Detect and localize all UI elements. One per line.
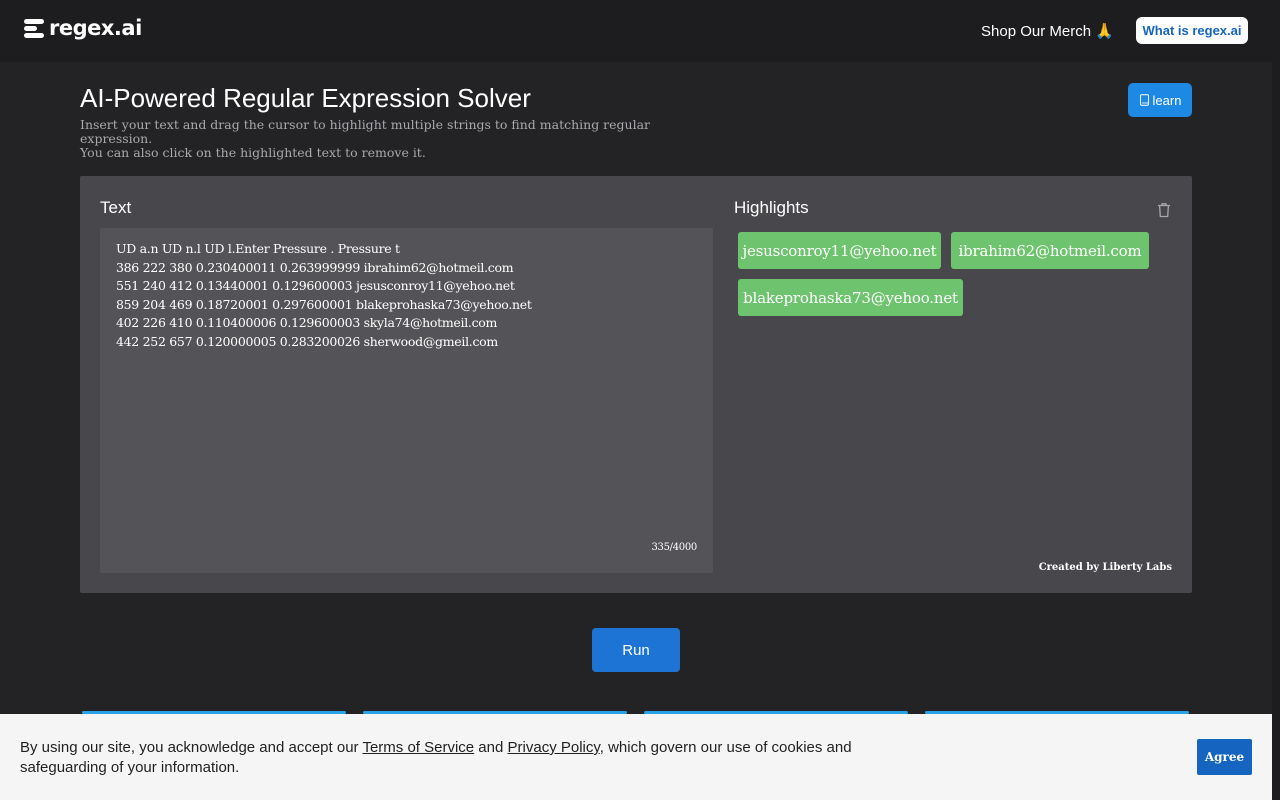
agree-button[interactable]: Agree bbox=[1197, 739, 1252, 775]
solver-panel: Text Highlights UD a.n UD n.l UD l.Enter… bbox=[80, 176, 1192, 593]
text-line[interactable]: 402 226 410 0.110400006 0.129600003 skyl… bbox=[116, 314, 697, 333]
highlight-chip[interactable]: ibrahim62@hotmeil.com bbox=[951, 232, 1149, 269]
book-icon bbox=[1139, 94, 1149, 106]
cookie-banner: By using our site, you acknowledge and a… bbox=[0, 714, 1272, 800]
subtitle-line-1: Insert your text and drag the cursor to … bbox=[80, 117, 651, 146]
text-line[interactable]: 551 240 412 0.13440001 0.129600003 jesus… bbox=[116, 277, 697, 296]
logo[interactable]: regex.ai bbox=[24, 17, 142, 39]
top-nav-bar: regex.ai Shop Our Merch 🙏 What is regex.… bbox=[0, 0, 1280, 62]
learn-button-label: learn bbox=[1152, 92, 1182, 108]
terms-of-service-link[interactable]: Terms of Service bbox=[362, 739, 474, 756]
trash-icon[interactable] bbox=[1157, 202, 1171, 218]
learn-button[interactable]: learn bbox=[1128, 83, 1192, 117]
cookie-text-part: and bbox=[474, 739, 508, 756]
logo-text: regex.ai bbox=[49, 16, 142, 40]
highlights-section-label: Highlights bbox=[734, 198, 809, 217]
highlight-chip[interactable]: blakeprohaska73@yehoo.net bbox=[738, 279, 963, 316]
text-line[interactable]: UD a.n UD n.l UD l.Enter Pressure . Pres… bbox=[116, 240, 697, 259]
shop-merch-link[interactable]: Shop Our Merch 🙏 bbox=[981, 22, 1114, 40]
text-input-area[interactable]: UD a.n UD n.l UD l.Enter Pressure . Pres… bbox=[100, 228, 713, 573]
text-line[interactable]: 859 204 469 0.18720001 0.297600001 blake… bbox=[116, 296, 697, 315]
privacy-policy-link[interactable]: Privacy Policy bbox=[508, 739, 600, 756]
page-subtitle: Insert your text and drag the cursor to … bbox=[80, 118, 720, 160]
subtitle-line-2: You can also click on the highlighted te… bbox=[80, 145, 426, 160]
cookie-text-part: By using our site, you acknowledge and a… bbox=[20, 739, 363, 756]
scrollbar[interactable] bbox=[1272, 62, 1280, 800]
highlight-chip[interactable]: jesusconroy11@yehoo.net bbox=[738, 232, 941, 269]
run-button[interactable]: Run bbox=[592, 628, 680, 672]
cookie-message: By using our site, you acknowledge and a… bbox=[20, 738, 880, 777]
text-line[interactable]: 442 252 657 0.120000005 0.283200026 sher… bbox=[116, 333, 697, 352]
created-by-credit: Created by Liberty Labs bbox=[1038, 562, 1172, 573]
text-section-label: Text bbox=[100, 198, 132, 217]
character-count: 335/4000 bbox=[651, 541, 697, 553]
page-title: AI-Powered Regular Expression Solver bbox=[80, 83, 531, 113]
what-is-regex-button[interactable]: What is regex.ai bbox=[1136, 17, 1248, 44]
text-line[interactable]: 386 222 380 0.230400011 0.263999999 ibra… bbox=[116, 259, 697, 278]
logo-mark-icon bbox=[24, 17, 45, 39]
